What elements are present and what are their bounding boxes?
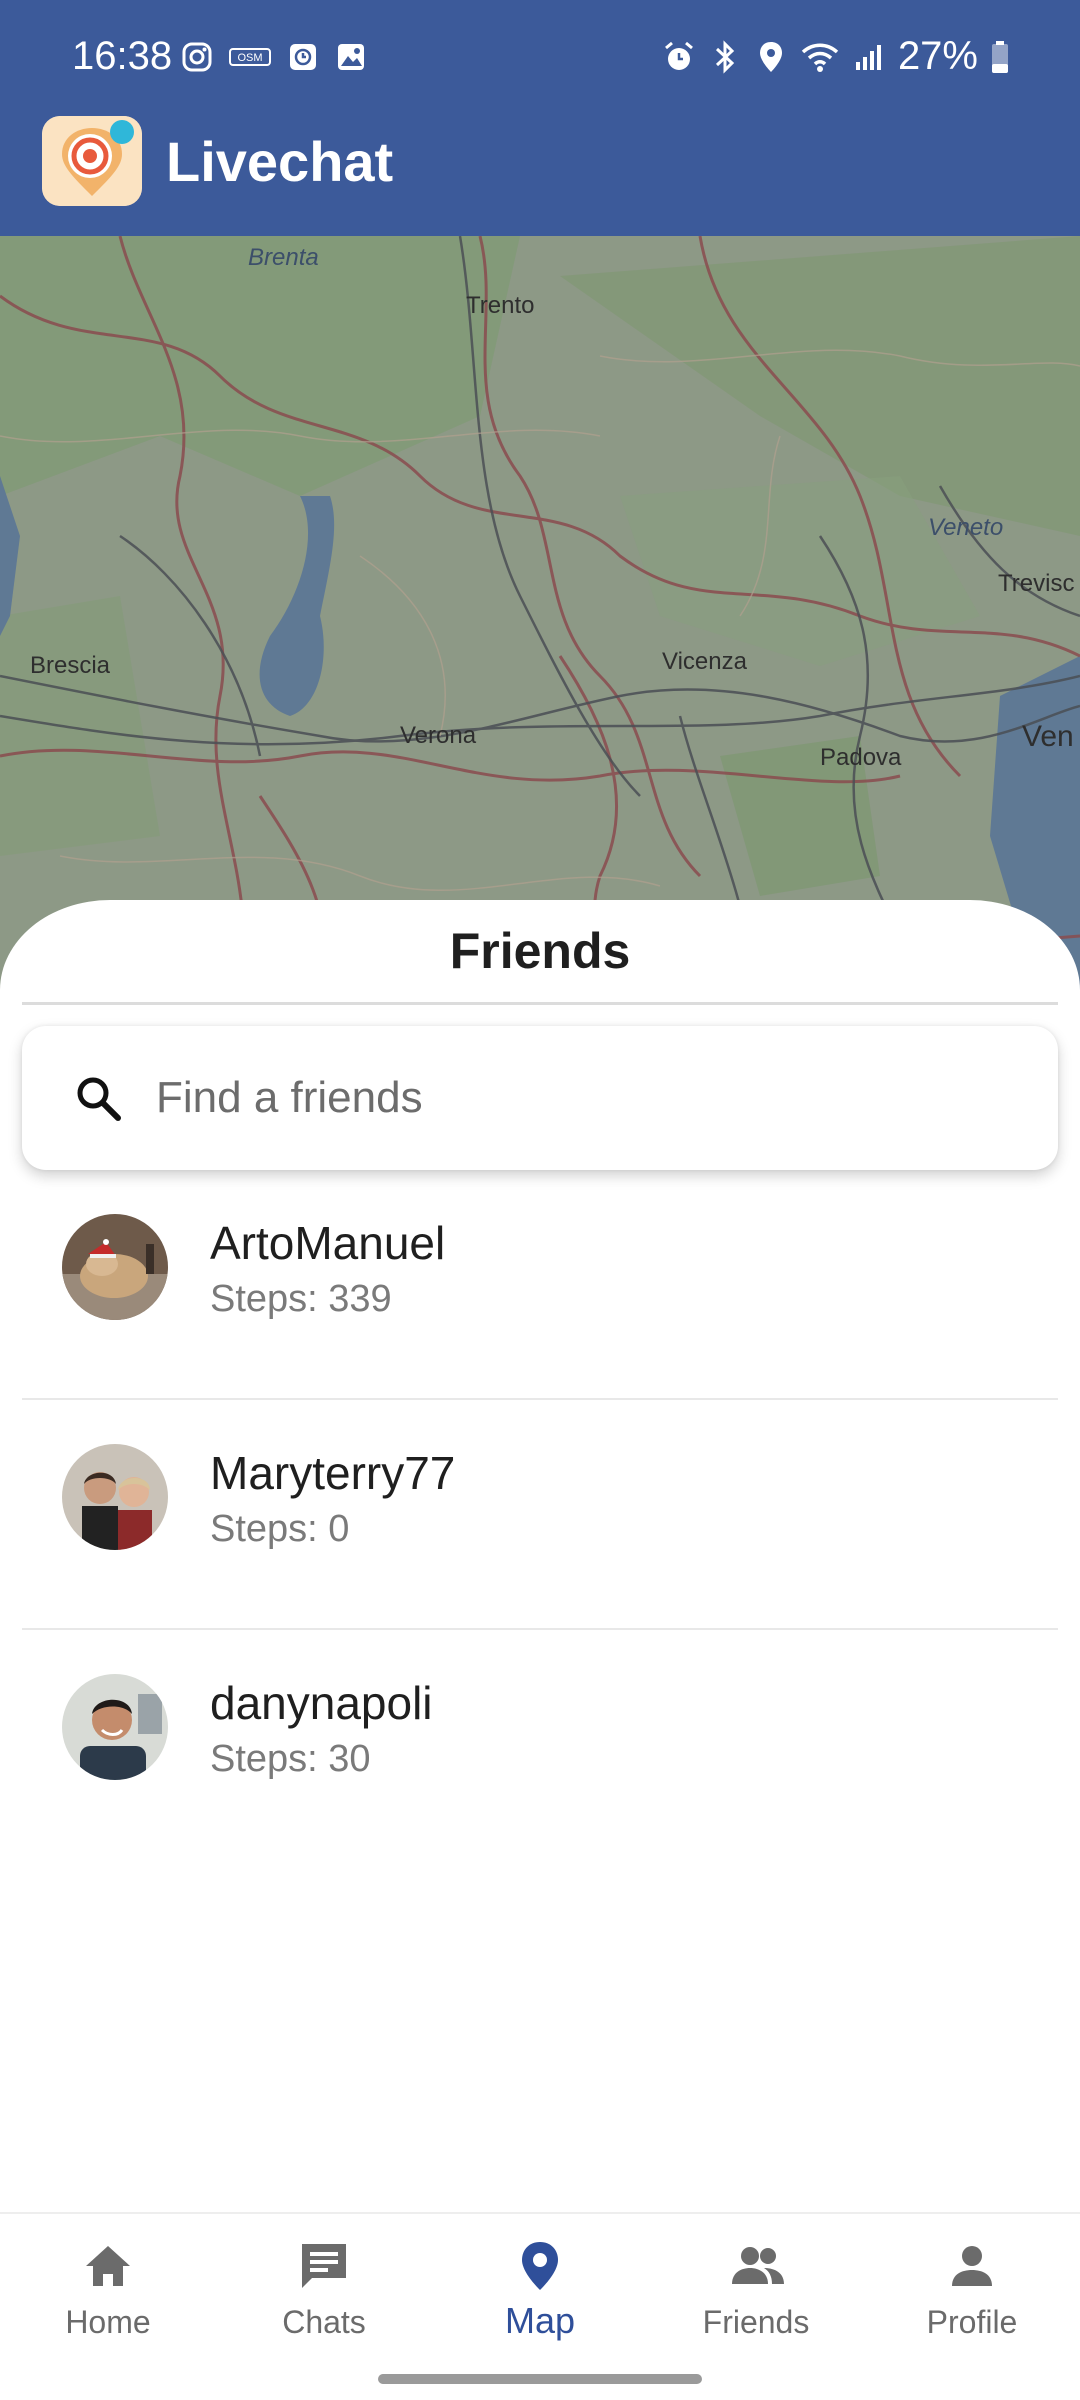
nav-profile[interactable]: Profile	[864, 2238, 1080, 2358]
nav-chats[interactable]: Chats	[216, 2238, 432, 2358]
map-label: Brenta	[248, 244, 319, 271]
friend-list-item[interactable]: danynapoli Steps: 30	[22, 1630, 1058, 1860]
nav-label: Home	[65, 2304, 151, 2340]
nav-map[interactable]: Map	[432, 2238, 648, 2358]
chat-icon	[296, 2238, 352, 2294]
wifi-icon	[800, 40, 840, 74]
map-label: Ven	[1022, 720, 1074, 753]
gallery-icon	[334, 40, 368, 74]
status-left-icons: OSM	[180, 40, 368, 74]
friend-steps: Steps: 339	[210, 1278, 392, 1320]
person-icon	[944, 2238, 1000, 2294]
nav-home[interactable]: Home	[0, 2238, 216, 2358]
friend-name: danynapoli	[210, 1677, 433, 1729]
clock-app-icon	[286, 40, 320, 74]
couple-avatar	[62, 1444, 168, 1550]
bluetooth-icon	[708, 39, 742, 74]
home-indicator[interactable]	[378, 2374, 702, 2384]
people-icon	[728, 2238, 784, 2294]
friend-steps: Steps: 0	[210, 1508, 350, 1550]
map-label: Trevisc	[998, 570, 1075, 597]
sheet-title: Friends	[449, 923, 631, 979]
nav-label: Chats	[282, 2304, 366, 2340]
signal-icon	[852, 40, 886, 74]
dog-avatar	[62, 1214, 168, 1320]
map-label: Verona	[400, 722, 477, 749]
map-pin-icon	[512, 2238, 568, 2294]
map-label: Vicenza	[662, 648, 747, 675]
osm-icon: OSM	[228, 40, 272, 74]
instagram-icon	[180, 40, 214, 74]
map-label: Padova	[820, 744, 902, 771]
livechat-logo-icon	[42, 116, 142, 206]
app-bar: 16:38 OSM 27% Livechat	[0, 0, 1080, 236]
bottom-navigation: Home Chats Map Friends Profile	[0, 2212, 1080, 2400]
friend-search-box[interactable]	[22, 1026, 1058, 1170]
nav-friends[interactable]: Friends	[648, 2238, 864, 2358]
screen: 16:38 OSM 27% Livechat Brenta Trento Ven…	[0, 0, 1080, 2400]
friend-name: Maryterry77	[210, 1447, 456, 1499]
sheet-divider	[22, 1002, 1058, 1005]
battery-percent: 27%	[897, 34, 978, 78]
status-bar: 16:38 OSM 27%	[0, 0, 1080, 118]
nav-label: Map	[504, 2300, 576, 2341]
friend-name: ArtoManuel	[210, 1217, 446, 1269]
map-label: Trento	[466, 292, 535, 319]
map-label: Brescia	[30, 652, 111, 679]
home-icon	[80, 2238, 136, 2294]
friend-steps: Steps: 30	[210, 1738, 371, 1780]
friend-search-input[interactable]	[156, 1062, 1016, 1134]
nav-label: Friends	[702, 2304, 810, 2340]
man-avatar	[62, 1674, 168, 1780]
status-right-icons: 27%	[662, 34, 1010, 79]
svg-text:OSM: OSM	[237, 52, 262, 64]
friend-list-item[interactable]: Maryterry77 Steps: 0	[22, 1400, 1058, 1630]
battery-icon	[990, 40, 1010, 74]
alarm-icon	[662, 40, 696, 74]
nav-label: Profile	[926, 2304, 1018, 2340]
search-icon	[70, 1070, 126, 1126]
location-icon	[754, 40, 788, 74]
map-label: Veneto	[928, 514, 1004, 541]
friend-list-item[interactable]: ArtoManuel Steps: 339	[22, 1170, 1058, 1400]
app-title-row: Livechat	[42, 116, 393, 206]
status-time: 16:38	[72, 34, 173, 78]
app-title: Livechat	[166, 129, 394, 193]
